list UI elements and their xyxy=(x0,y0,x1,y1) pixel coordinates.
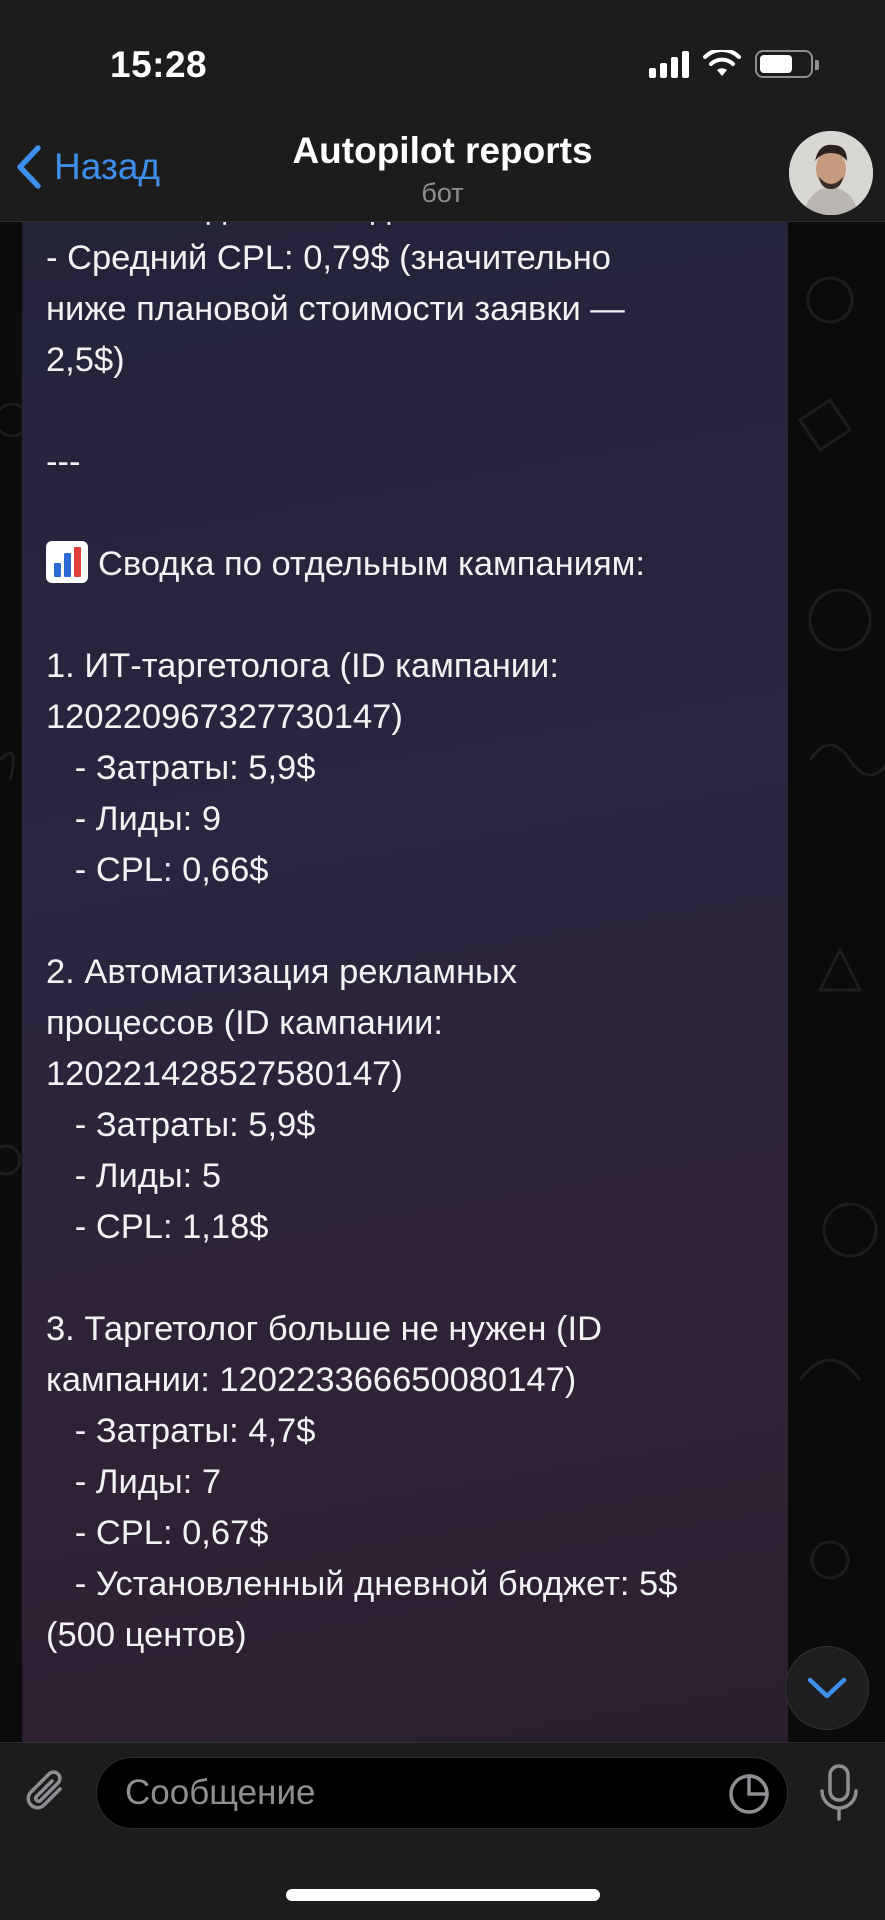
message-text: - Всего лидов: 21 лид - Средний CPL: 0,79… xyxy=(46,222,776,1661)
message-line: 120220967327730147) xyxy=(46,698,403,736)
chat-title[interactable]: Autopilot reports xyxy=(0,130,885,172)
chat-subtitle: бот xyxy=(421,178,464,208)
message-line: - Всего лидов: 21 лид xyxy=(46,222,776,233)
message-line: - Лиды: 5 xyxy=(46,1157,222,1195)
sticker-icon[interactable] xyxy=(727,1772,771,1816)
message-line xyxy=(46,896,776,947)
message-line: 1. ИТ-таргетолога (ID кампании: xyxy=(46,647,559,685)
message-line: (500 центов) xyxy=(46,1616,247,1654)
paperclip-icon[interactable] xyxy=(22,1767,74,1819)
chevron-down-icon xyxy=(807,1677,847,1699)
message-line: Сводка по отдельным кампаниям: xyxy=(46,539,776,590)
message-line: --- xyxy=(46,443,81,481)
home-indicator xyxy=(286,1889,600,1901)
cellular-signal-icon xyxy=(649,50,689,78)
message-line: - CPL: 0,67$ xyxy=(46,1514,269,1552)
message-line: - CPL: 1,18$ xyxy=(46,1208,269,1246)
message-line: 2,5$) xyxy=(46,341,125,379)
message-line: - Лиды: 7 xyxy=(46,1463,222,1501)
message-input[interactable] xyxy=(125,1770,685,1816)
message-line: - Установленный дневной бюджет: 5$ xyxy=(46,1565,678,1603)
message-line: ниже плановой стоимости заявки — xyxy=(46,290,625,328)
top-bar: 15:28 Назад Autopilot reports бот xyxy=(0,0,885,222)
message-line xyxy=(46,488,776,539)
message-line xyxy=(46,386,776,437)
wifi-icon xyxy=(703,50,741,76)
message-line: - Средний CPL: 0,79$ (значительно xyxy=(46,239,611,277)
message-line: - Лиды: 9 xyxy=(46,800,222,838)
message-field[interactable] xyxy=(96,1757,788,1829)
bar-chart-icon xyxy=(46,541,88,583)
message-line: 3. Таргетолог больше не нужен (ID xyxy=(46,1310,602,1348)
message-line: - Затраты: 5,9$ xyxy=(46,749,316,787)
message-input-bar xyxy=(0,1742,885,1920)
scroll-to-bottom-button[interactable] xyxy=(785,1646,869,1730)
message-line: - Затраты: 4,7$ xyxy=(46,1412,316,1450)
status-time: 15:28 xyxy=(110,44,208,85)
message-line: 2. Автоматизация рекламных xyxy=(46,953,518,991)
message-bubble: - Всего лидов: 21 лид - Средний CPL: 0,79… xyxy=(22,222,788,1742)
status-icons xyxy=(649,50,819,78)
battery-icon xyxy=(755,50,819,78)
message-line: процессов (ID кампании: xyxy=(46,1004,443,1042)
message-line-text: Сводка по отдельным кампаниям: xyxy=(98,545,645,583)
message-line: кампании: 120223366650080147) xyxy=(46,1361,577,1399)
message-line xyxy=(46,1253,776,1304)
message-line: - Затраты: 5,9$ xyxy=(46,1106,316,1144)
message-line: 120221428527580147) xyxy=(46,1055,403,1093)
message-line: - CPL: 0,66$ xyxy=(46,851,269,889)
microphone-icon[interactable] xyxy=(817,1763,861,1823)
message-line xyxy=(46,590,776,641)
avatar[interactable] xyxy=(789,131,873,215)
